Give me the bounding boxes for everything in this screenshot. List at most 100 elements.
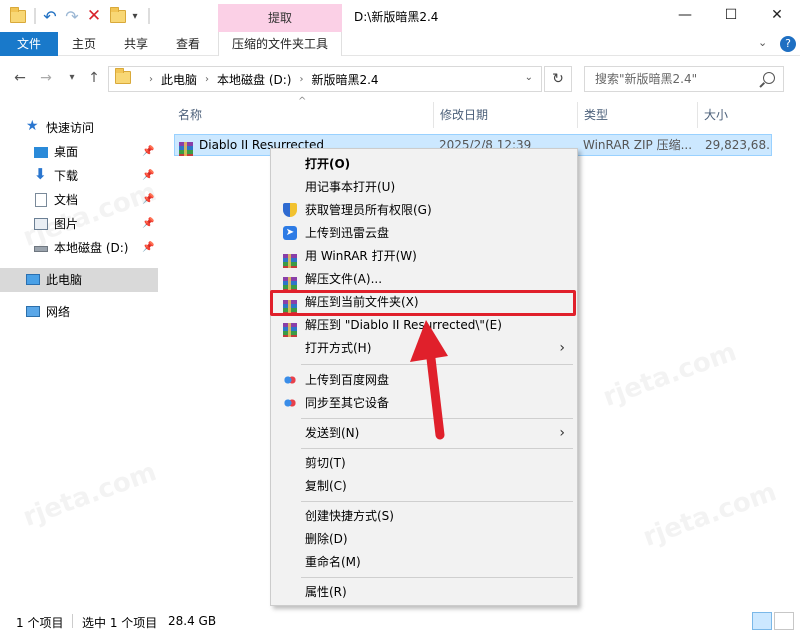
menu-item-label: 创建快捷方式(S) [305, 509, 394, 523]
address-dropdown-icon[interactable]: ⌄ [525, 72, 533, 83]
menu-item-extract-files[interactable]: 解压文件(A)... [273, 268, 575, 291]
divider [72, 614, 73, 628]
search-placeholder: 搜索"新版暗黑2.4" [595, 72, 698, 86]
menu-item-take-ownership[interactable]: 获取管理员所有权限(G) [273, 199, 575, 221]
tab-file[interactable]: 文件 [0, 32, 58, 56]
file-type: WinRAR ZIP 压缩... [583, 138, 693, 152]
breadcrumb-this-pc[interactable]: 此电脑 [161, 71, 197, 88]
status-selected: 选中 1 个项目 [82, 616, 158, 630]
recent-locations-button[interactable]: ▾ [62, 68, 82, 88]
redo-icon[interactable]: ↷ [62, 6, 82, 26]
search-icon [763, 72, 775, 84]
delete-icon[interactable]: ✕ [84, 6, 104, 26]
breadcrumb-drive-d[interactable]: 本地磁盘 (D:) [217, 71, 291, 88]
close-button[interactable]: ✕ [754, 0, 800, 30]
menu-item-open-with-notepad[interactable]: 用记事本打开(U) [273, 176, 575, 198]
window-title: D:\新版暗黑2.4 [354, 10, 439, 24]
undo-icon[interactable]: ↶ [40, 6, 60, 26]
status-bar: 1 个项目 选中 1 个项目 28.4 GB [0, 610, 800, 634]
sidebar-item-network[interactable]: 网络 [0, 300, 158, 324]
menu-separator [301, 501, 573, 502]
menu-item-label: 发送到(N) [305, 426, 360, 440]
sidebar-item-quick-access[interactable]: ★ 快速访问 [0, 116, 158, 140]
sidebar-item-label: 快速访问 [46, 121, 95, 135]
sidebar-item-label: 桌面 [54, 145, 79, 159]
menu-item-label: 上传到迅雷云盘 [305, 226, 390, 240]
picture-icon [34, 218, 48, 230]
menu-item-label: 打开方式(H) [305, 341, 372, 355]
refresh-button[interactable]: ↻ [544, 66, 572, 92]
forward-button[interactable]: → [36, 68, 56, 88]
sidebar-item-downloads[interactable]: ⬇ 下载 📌 [0, 164, 158, 188]
menu-item-label: 上传到百度网盘 [305, 373, 390, 387]
menu-item-label: 剪切(T) [305, 456, 346, 470]
search-input[interactable]: 搜索"新版暗黑2.4" [584, 66, 784, 92]
back-button[interactable]: ← [10, 68, 30, 88]
menu-item-cut[interactable]: 剪切(T) [273, 452, 575, 474]
column-type[interactable]: 类型 [578, 102, 698, 128]
pin-icon: 📌 [142, 242, 155, 253]
sidebar-item-label: 本地磁盘 (D:) [54, 241, 129, 255]
menu-item-copy[interactable]: 复制(C) [273, 475, 575, 497]
menu-item-open[interactable]: 打开(O) [273, 153, 575, 175]
pin-icon: 📌 [142, 218, 155, 229]
sidebar-item-label: 图片 [54, 217, 79, 231]
chevron-right-icon: › [559, 425, 565, 441]
computer-icon [26, 274, 40, 285]
tab-home[interactable]: 主页 [62, 32, 106, 56]
ribbon-tabs: 文件 主页 共享 查看 压缩的文件夹工具 ⌄ ? [0, 32, 800, 56]
divider [34, 8, 36, 24]
sidebar-item-pictures[interactable]: 图片 📌 [0, 212, 158, 236]
new-folder-icon[interactable] [108, 6, 128, 26]
menu-item-properties[interactable]: 属性(R) [273, 581, 575, 603]
tab-extract-context[interactable]: 提取 [218, 4, 342, 32]
address-bar[interactable]: › 此电脑 › 本地磁盘 (D:) › 新版暗黑2.4 ⌄ [108, 66, 542, 92]
sidebar-item-label: 文档 [54, 193, 79, 207]
sidebar-item-this-pc[interactable]: 此电脑 [0, 268, 158, 292]
menu-separator [301, 577, 573, 578]
breadcrumb-current-folder[interactable]: 新版暗黑2.4 [311, 71, 378, 88]
document-icon [35, 193, 47, 207]
menu-item-label: 用记事本打开(U) [305, 180, 396, 194]
menu-item-open-winrar[interactable]: 用 WinRAR 打开(W) [273, 245, 575, 268]
chevron-right-icon: › [559, 340, 565, 356]
tab-compressed-folder-tools[interactable]: 压缩的文件夹工具 [218, 32, 342, 56]
menu-item-label: 打开(O) [305, 157, 351, 171]
maximize-button[interactable]: ☐ [708, 0, 754, 30]
folder-icon [8, 6, 28, 26]
shield-icon [283, 203, 297, 217]
divider [148, 8, 150, 24]
customize-toolbar-icon[interactable]: ▾ [128, 6, 142, 26]
sidebar-item-label: 网络 [46, 305, 71, 319]
address-row: ← → ▾ ↑ › 此电脑 › 本地磁盘 (D:) › 新版暗黑2.4 ⌄ ↻ … [0, 62, 800, 94]
pin-icon: 📌 [142, 194, 155, 205]
menu-item-label: 复制(C) [305, 479, 347, 493]
collapse-ribbon-icon[interactable]: ⌄ [758, 36, 767, 49]
menu-item-upload-thunder[interactable]: ➤ 上传到迅雷云盘 [273, 222, 575, 244]
large-icons-view-button[interactable] [774, 612, 794, 630]
sidebar-item-documents[interactable]: 文档 📌 [0, 188, 158, 212]
sidebar-item-desktop[interactable]: 桌面 📌 [0, 140, 158, 164]
sidebar-item-drive-d[interactable]: 本地磁盘 (D:) 📌 [0, 236, 158, 260]
column-name[interactable]: 名称 [172, 102, 434, 128]
chevron-right-icon: › [205, 73, 210, 85]
winrar-icon [283, 272, 297, 291]
column-size[interactable]: 大小 [698, 102, 798, 128]
pin-icon: 📌 [142, 170, 155, 181]
menu-item-label: 用 WinRAR 打开(W) [305, 249, 417, 263]
sidebar-item-label: 下载 [54, 169, 79, 183]
winrar-icon [283, 318, 297, 337]
menu-item-create-shortcut[interactable]: 创建快捷方式(S) [273, 505, 575, 527]
menu-item-delete[interactable]: 删除(D) [273, 528, 575, 550]
menu-item-rename[interactable]: 重命名(M) [273, 551, 575, 573]
star-icon: ★ [26, 118, 39, 134]
details-view-button[interactable] [752, 612, 772, 630]
minimize-button[interactable]: — [662, 0, 708, 30]
up-button[interactable]: ↑ [84, 68, 104, 88]
pin-icon: 📌 [142, 146, 155, 157]
tab-share[interactable]: 共享 [114, 32, 158, 56]
column-date[interactable]: 修改日期 [434, 102, 578, 128]
tab-view[interactable]: 查看 [166, 32, 210, 56]
file-size: 29,823,68... [705, 138, 771, 152]
help-icon[interactable]: ? [780, 36, 796, 52]
